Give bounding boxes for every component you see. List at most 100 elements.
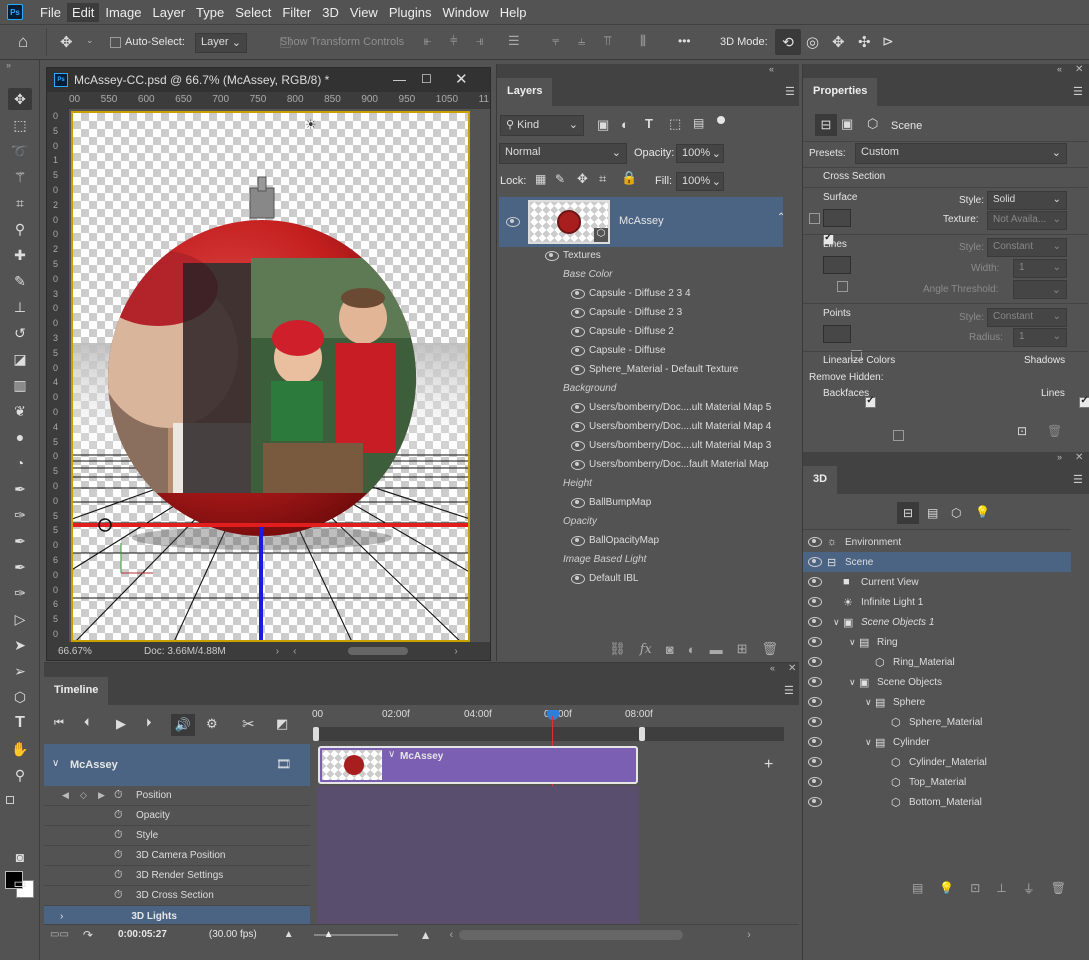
move-tool-icon[interactable]: ✥: [8, 88, 32, 110]
next-frame-icon[interactable]: ⏵: [146, 717, 152, 730]
lights-filter-icon[interactable]: 💡: [975, 505, 990, 519]
work-area-end-handle[interactable]: [639, 727, 645, 741]
close-panel-icon[interactable]: ✕: [788, 663, 796, 674]
render-icon[interactable]: ⊡: [970, 881, 980, 895]
tab-layers[interactable]: Layers: [497, 78, 553, 106]
layer-effect-row[interactable]: Users/bomberry/Doc....ult Material Map 3: [497, 436, 781, 455]
healing-brush-icon[interactable]: ✚: [8, 244, 32, 266]
layer-name[interactable]: McAssey: [619, 215, 664, 227]
collapse-panel-icon[interactable]: «: [770, 663, 775, 673]
adjustment-layer-icon[interactable]: ◐: [688, 642, 696, 657]
backfaces-checkbox[interactable]: [893, 430, 905, 441]
zoom-tool-icon[interactable]: ⚲: [8, 764, 32, 786]
track-media-icon[interactable]: 🎞: [276, 757, 291, 771]
stopwatch-icon[interactable]: ⏱: [114, 809, 123, 822]
points-style-dropdown[interactable]: Constant ⌄: [987, 308, 1067, 327]
close-panel-icon[interactable]: ✕: [1075, 64, 1083, 75]
expand-track-icon[interactable]: ›: [60, 911, 63, 922]
tab-properties[interactable]: Properties: [803, 78, 878, 106]
layer-effect-row[interactable]: Capsule - Diffuse 2: [497, 322, 781, 341]
horizontal-scrollbar[interactable]: [348, 647, 409, 655]
add-mask-icon[interactable]: ◙: [666, 642, 674, 657]
timeline-property-row[interactable]: ⏱ Style: [44, 826, 310, 846]
close-panel-icon[interactable]: ✕: [1075, 452, 1083, 463]
more-options-button[interactable]: •••: [678, 34, 691, 48]
pan-3d-icon[interactable]: ✥: [832, 33, 845, 51]
collapse-icon[interactable]: »: [6, 60, 11, 70]
zoom-slider[interactable]: ▲: [313, 929, 398, 940]
3d-tree-item[interactable]: ⊟ Scene: [803, 552, 1073, 572]
menu-view[interactable]: View: [345, 3, 383, 22]
3d-tree-item[interactable]: ⬡ Ring_Material: [803, 652, 1073, 672]
eyedropper-icon[interactable]: ⚲: [8, 218, 32, 240]
zoom-slider-thumb[interactable]: ▲: [324, 929, 334, 940]
visibility-eye-icon[interactable]: [571, 326, 585, 337]
distribute-icon[interactable]: ☰: [508, 33, 520, 49]
trash-icon[interactable]: 🗑: [1047, 424, 1062, 438]
sponge-tool-icon[interactable]: ◔: [8, 452, 32, 474]
eraser-icon[interactable]: ◪: [8, 348, 32, 370]
3d-tree-item[interactable]: ⬡ Bottom_Material: [803, 792, 1073, 812]
layer-effect-row[interactable]: Default IBL: [497, 569, 781, 588]
opacity-field[interactable]: 100% ⌄: [676, 144, 724, 163]
lines-checkbox[interactable]: [837, 281, 849, 292]
timeline-property-row[interactable]: ⏱ 3D Camera Position: [44, 846, 310, 866]
visibility-eye-icon[interactable]: [571, 364, 585, 375]
chevron-right-icon[interactable]: ›: [747, 929, 751, 941]
surface-style-dropdown[interactable]: Solid ⌄: [987, 191, 1067, 210]
materials-filter-icon[interactable]: ⬡: [951, 506, 961, 520]
crop-tool-icon[interactable]: ⌗: [8, 192, 32, 214]
timeline-property-row[interactable]: ⏱ 3D Render Settings: [44, 866, 310, 886]
path-selection-icon[interactable]: ➤: [8, 634, 32, 656]
lock-transparent-icon[interactable]: ▦: [535, 172, 546, 186]
timeline-scrollbar[interactable]: [459, 929, 684, 940]
next-keyframe-icon[interactable]: ▶: [98, 790, 105, 801]
menu-help[interactable]: Help: [495, 3, 532, 22]
menu-layer[interactable]: Layer: [148, 3, 191, 22]
home-icon[interactable]: ⌂: [18, 32, 28, 52]
lines-color-swatch[interactable]: [823, 256, 851, 274]
lasso-tool-icon[interactable]: ➰: [8, 140, 32, 162]
visibility-eye-icon[interactable]: [545, 250, 559, 261]
visibility-eye-icon[interactable]: [571, 402, 585, 413]
cross-section-checkbox[interactable]: [809, 213, 820, 224]
auto-select-dropdown[interactable]: Layer ⌄: [195, 33, 247, 53]
visibility-eye-icon[interactable]: [808, 677, 822, 687]
expand-track-icon[interactable]: ∨: [52, 758, 59, 769]
fill-field[interactable]: 100% ⌄: [676, 172, 724, 191]
collapse-panel-icon[interactable]: «: [1057, 64, 1062, 74]
first-frame-icon[interactable]: ⏮: [54, 717, 64, 730]
visibility-eye-icon[interactable]: [571, 459, 585, 470]
link-layers-icon[interactable]: ⛓: [609, 641, 626, 657]
document-tab[interactable]: Ps McAssey-CC.psd @ 66.7% (McAssey, RGB/…: [47, 68, 490, 92]
layer-effect-row[interactable]: Users/bomberry/Doc...fault Material Map: [497, 455, 781, 474]
timeline-property-row[interactable]: ⏱ Opacity: [44, 806, 310, 826]
light-icon[interactable]: ☀: [305, 118, 317, 133]
whole-scene-filter-icon[interactable]: ⊟: [897, 502, 919, 524]
type-tool-icon[interactable]: T: [8, 712, 32, 734]
add-media-icon[interactable]: +: [764, 756, 773, 774]
visibility-eye-icon[interactable]: [808, 777, 822, 787]
surface-color-swatch[interactable]: [823, 209, 851, 227]
audio-icon[interactable]: 🔊: [171, 714, 195, 736]
menu-edit[interactable]: Edit: [66, 2, 100, 22]
fx-icon[interactable]: fx: [640, 642, 652, 657]
chevron-left-icon[interactable]: ‹: [293, 646, 296, 657]
mesh-tab-icon[interactable]: ⬡: [867, 116, 878, 132]
visibility-eye-icon[interactable]: [808, 597, 822, 607]
panel-menu-icon[interactable]: ☰: [784, 684, 794, 697]
blend-mode-dropdown[interactable]: Normal ⌄: [499, 143, 627, 164]
zoom-out-icon[interactable]: ▲: [284, 929, 294, 940]
smart-object-filter-icon[interactable]: ▤: [693, 116, 704, 130]
3d-tree-item[interactable]: ∨ ▤ Ring: [803, 632, 1073, 652]
expand-arrow-icon[interactable]: ∨: [865, 737, 872, 748]
texture-dropdown[interactable]: Not Availa... ⌄: [987, 211, 1067, 230]
lock-artboard-icon[interactable]: ⌗: [599, 171, 606, 187]
blur-tool-icon[interactable]: ❦: [8, 400, 32, 422]
pen-tool-icon[interactable]: ✒: [8, 478, 32, 500]
add-mesh-icon[interactable]: ▤: [912, 881, 923, 895]
layer-effect-row[interactable]: Capsule - Diffuse 2 3: [497, 303, 781, 322]
image-filter-icon[interactable]: ▣: [597, 117, 609, 133]
panel-menu-icon[interactable]: ☰: [785, 85, 795, 98]
stopwatch-icon[interactable]: ⏱: [114, 829, 123, 842]
